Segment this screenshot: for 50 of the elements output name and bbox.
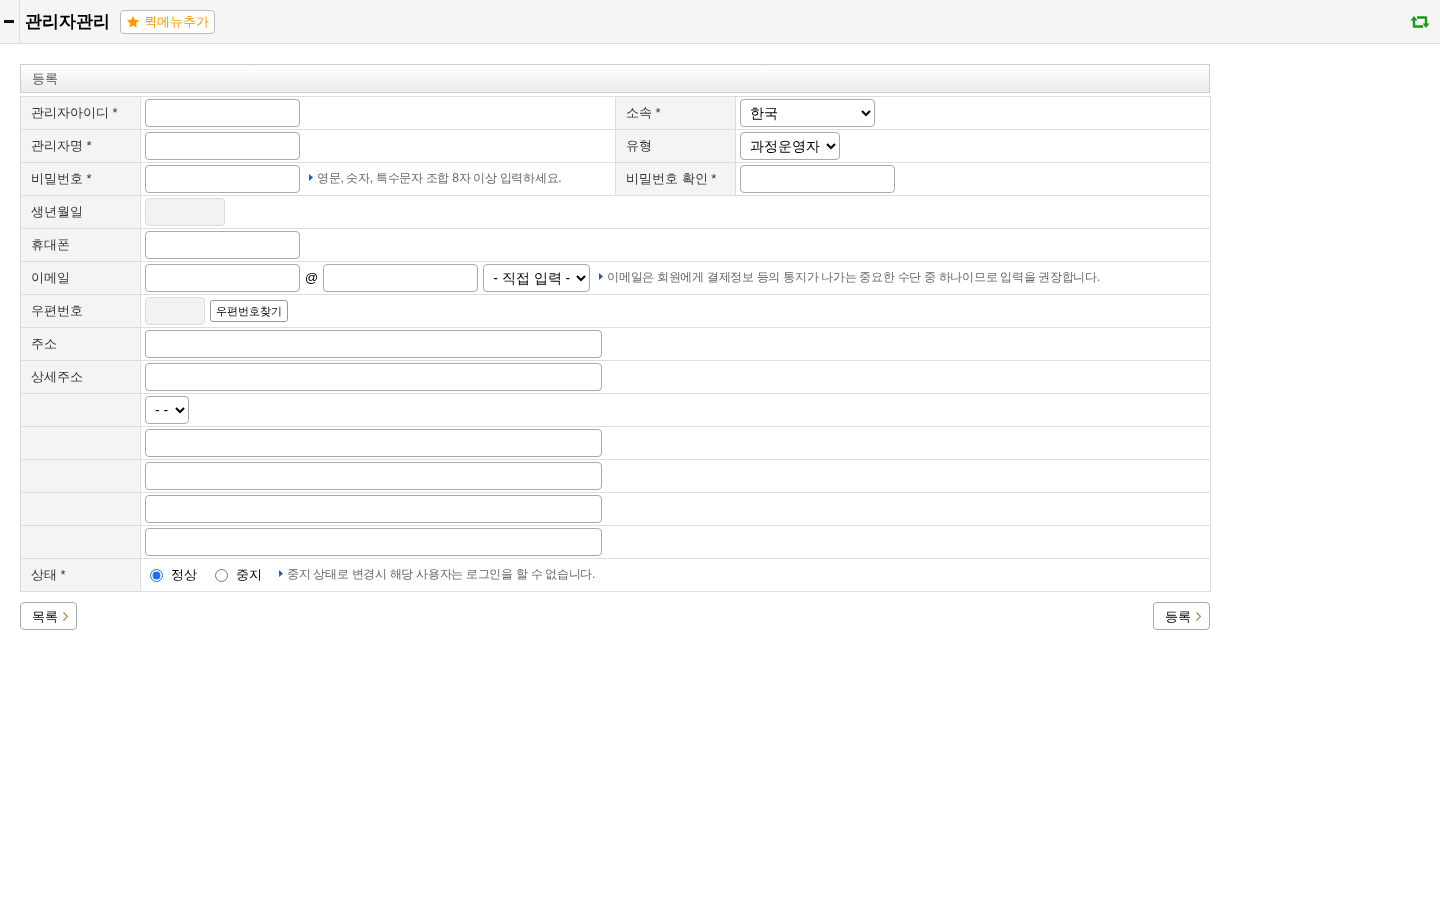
- input-field[interactable]: [145, 165, 300, 193]
- input-field[interactable]: [145, 330, 602, 358]
- submit-button[interactable]: 등록: [1153, 602, 1210, 630]
- field-label: 비밀번호 확인 *: [615, 162, 736, 196]
- input-field[interactable]: [145, 231, 300, 259]
- input-field[interactable]: [323, 264, 479, 292]
- field-label: 이메일: [20, 261, 141, 295]
- input-field[interactable]: [145, 99, 300, 127]
- dropdown[interactable]: 한국: [740, 99, 875, 127]
- input-field[interactable]: [145, 132, 300, 160]
- section-title-bar: 등록: [20, 64, 1210, 93]
- input-field[interactable]: [145, 528, 602, 556]
- hint-text: 중지 상태로 변경시 해당 사용자는 로그인을 할 수 없습니다.: [287, 565, 596, 583]
- caret-right-icon: [279, 570, 283, 577]
- chevron-right-icon: [63, 611, 68, 621]
- refresh-icon[interactable]: [1410, 14, 1430, 29]
- hint-text: 영문, 숫자, 특수문자 조합 8자 이상 입력하세요.: [317, 169, 562, 187]
- page-title: 관리자관리: [25, 13, 110, 30]
- radio-button[interactable]: [215, 568, 228, 582]
- dropdown[interactable]: - 직접 입력 -: [483, 264, 591, 292]
- at-sign: @: [305, 269, 319, 288]
- field-label: 휴대폰: [20, 228, 141, 262]
- dropdown[interactable]: 과정운영자: [740, 132, 840, 160]
- input-field[interactable]: [145, 429, 602, 457]
- radio-label: 정상: [171, 566, 197, 585]
- field-label: 비밀번호 *: [20, 162, 141, 196]
- radio-button[interactable]: [150, 568, 163, 582]
- field-label: 상태 *: [20, 558, 141, 592]
- input-field[interactable]: [145, 363, 602, 391]
- find-postcode-button[interactable]: 우편번호찾기: [210, 300, 288, 322]
- chevron-right-icon: [1196, 611, 1201, 621]
- field-label: 관리자아이디 *: [20, 96, 141, 130]
- input-field[interactable]: [145, 264, 300, 292]
- field-label: 생년월일: [20, 195, 141, 229]
- field-label: 유형: [615, 129, 736, 163]
- radio-label: 중지: [236, 566, 262, 585]
- input-field[interactable]: [145, 462, 602, 490]
- caret-right-icon: [599, 273, 604, 280]
- input-field[interactable]: [145, 495, 602, 523]
- field-label: 상세주소: [20, 360, 141, 394]
- field-label: 우편번호: [20, 294, 141, 328]
- star-icon: [126, 14, 140, 29]
- list-button[interactable]: 목록: [20, 602, 77, 630]
- hint-text: 이메일은 회원에게 결제정보 등의 통지가 나가는 중요한 수단 중 하나이므로 입력을 권장합니다.: [607, 268, 1100, 286]
- field-label: 주소: [20, 327, 141, 361]
- field-label: 소속 *: [615, 96, 736, 130]
- input-field[interactable]: [740, 165, 895, 193]
- field-label: 관리자명 *: [20, 129, 141, 163]
- caret-right-icon: [309, 174, 313, 181]
- dropdown[interactable]: - -: [145, 396, 189, 424]
